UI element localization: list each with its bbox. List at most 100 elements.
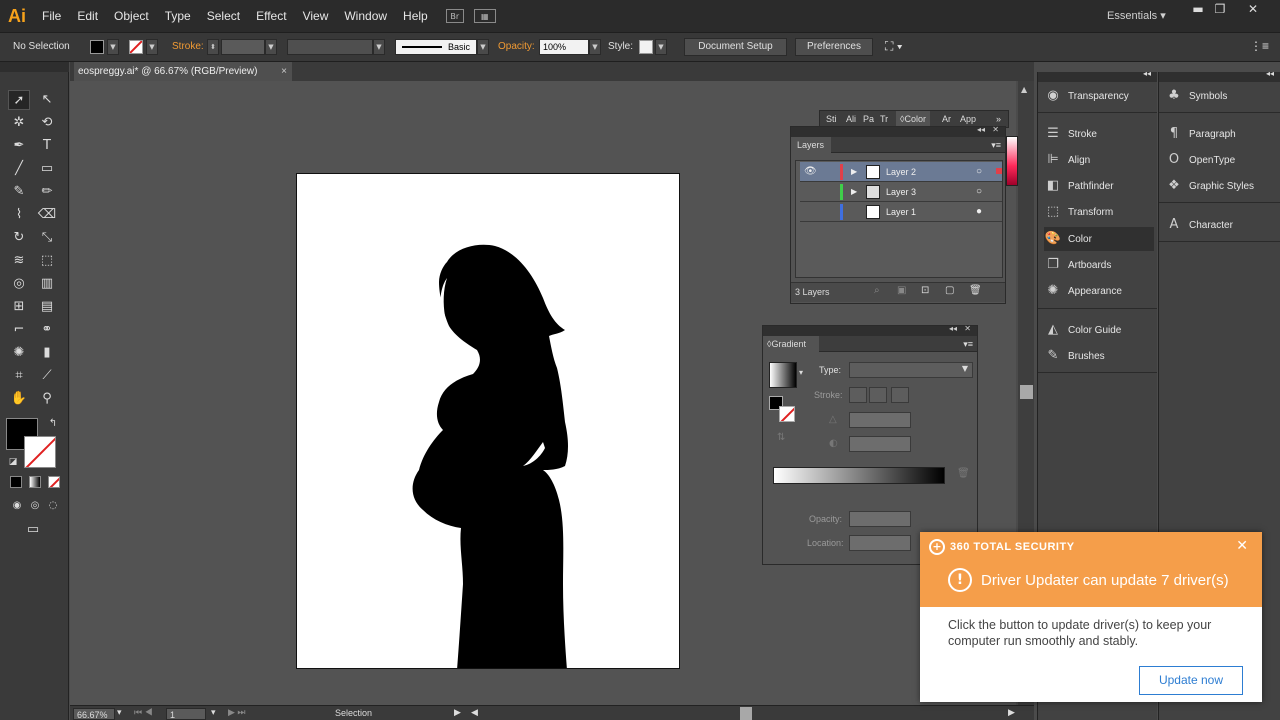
bridge-icon[interactable]: Br: [445, 9, 464, 23]
panel-menu-icon[interactable]: ⋮≡: [1250, 39, 1269, 53]
artboard[interactable]: [296, 173, 680, 669]
artboard-number-field[interactable]: 1: [166, 708, 206, 720]
stroke-weight-dropdown[interactable]: ▼: [265, 39, 277, 55]
direct-selection-tool-icon[interactable]: ↖: [36, 90, 58, 110]
eyedropper-icon[interactable]: ⌐: [8, 320, 30, 340]
pencil-icon[interactable]: ✏: [36, 182, 58, 202]
stroke-swatch[interactable]: [129, 40, 143, 54]
target-circle-icon[interactable]: ○: [976, 182, 982, 202]
color-mode-icon[interactable]: [10, 476, 22, 488]
selection-indicator[interactable]: [996, 168, 1002, 174]
warp-tool-icon[interactable]: ≋: [8, 251, 30, 271]
menu-object[interactable]: Object: [106, 9, 157, 23]
mesh-tool-icon[interactable]: ⊞: [8, 297, 30, 317]
graph-tool-icon[interactable]: ▮: [36, 343, 58, 363]
status-menu-icon[interactable]: ▶: [454, 707, 461, 718]
tab-transform-short[interactable]: Tr: [880, 111, 888, 127]
dock-paragraph[interactable]: ¶ Paragraph: [1165, 122, 1275, 146]
variable-width-profile[interactable]: [287, 39, 373, 55]
layer-name[interactable]: Layer 3: [886, 182, 916, 202]
arrange-icon[interactable]: ⛶ ▾: [885, 39, 903, 54]
fill-swatch[interactable]: [90, 40, 104, 54]
dock-transform[interactable]: ⬚ Transform: [1044, 200, 1154, 224]
menu-help[interactable]: Help: [395, 9, 436, 23]
tab-layers[interactable]: Layers: [791, 137, 831, 153]
new-layer-icon[interactable]: ▢: [945, 285, 954, 296]
menu-select[interactable]: Select: [199, 9, 248, 23]
brush-dropdown[interactable]: ▼: [477, 39, 489, 55]
artboard-dropdown[interactable]: ▾: [211, 707, 216, 718]
tab-color[interactable]: ◊Color: [896, 111, 930, 127]
menu-type[interactable]: Type: [157, 9, 199, 23]
expand-arrow-icon[interactable]: ▶: [851, 162, 857, 182]
stroke-color-box[interactable]: [24, 436, 56, 468]
zoom-tool-icon[interactable]: ⚲: [36, 389, 58, 409]
first-artboard-icon[interactable]: ⏮ ◀: [134, 707, 153, 718]
screen-mode-icon[interactable]: ▭: [22, 520, 44, 540]
stroke-label[interactable]: Stroke:: [172, 41, 204, 52]
workspace-switcher[interactable]: Essentials ▾: [1107, 9, 1166, 22]
document-tab[interactable]: eospreggy.ai* @ 66.67% (RGB/Preview) ×: [74, 62, 292, 81]
restore-icon[interactable]: ❐: [1205, 2, 1235, 18]
dock-color[interactable]: 🎨 Color: [1044, 227, 1154, 251]
tab-align-short[interactable]: Ali: [846, 111, 856, 127]
gradient-slider[interactable]: [773, 467, 945, 484]
arrange-documents-icon[interactable]: ▦: [473, 9, 496, 23]
perspective-grid-icon[interactable]: ▥: [36, 274, 58, 294]
menu-view[interactable]: View: [295, 9, 337, 23]
menu-file[interactable]: File: [34, 9, 69, 23]
lasso-icon[interactable]: ⟲: [36, 113, 58, 133]
pen-tool-icon[interactable]: ✒: [8, 136, 30, 156]
vertical-scroll-thumb[interactable]: [1020, 385, 1033, 399]
draw-inside-icon[interactable]: ◌: [42, 496, 64, 516]
dock-appearance[interactable]: ✺ Appearance: [1044, 279, 1154, 303]
swap-colors-icon[interactable]: ↰: [42, 414, 64, 434]
symbol-sprayer-icon[interactable]: ✺: [8, 343, 30, 363]
blend-tool-icon[interactable]: ⚭: [36, 320, 58, 340]
tab-artboards-short[interactable]: Ar: [942, 111, 951, 127]
dock-pathfinder[interactable]: ◧ Pathfinder: [1044, 174, 1154, 198]
dock-transparency[interactable]: ◉ Transparency: [1044, 84, 1154, 108]
profile-dropdown[interactable]: ▼: [373, 39, 385, 55]
dock-symbols[interactable]: ♣ Symbols: [1165, 84, 1275, 108]
gradient-stroke-swatch[interactable]: [779, 406, 795, 422]
layer-row[interactable]: 👁 ▶ Layer 2 ○: [800, 162, 1002, 182]
collapse-dock-icon[interactable]: ◂◂: [1143, 69, 1151, 78]
dock-graphic-styles[interactable]: ❖ Graphic Styles: [1165, 174, 1275, 198]
style-dropdown[interactable]: ▼: [655, 39, 667, 55]
style-swatch[interactable]: [639, 40, 653, 54]
line-tool-icon[interactable]: ╱: [8, 159, 30, 179]
next-artboard-icon[interactable]: ▶ ⏭: [228, 707, 246, 718]
artboard-tool-icon[interactable]: ⌗: [8, 366, 30, 386]
locate-object-icon[interactable]: ⌕: [874, 285, 880, 296]
horizontal-scroll-thumb[interactable]: [740, 707, 752, 720]
stroke-weight-field[interactable]: [221, 39, 265, 55]
tab-appearance-short[interactable]: App: [960, 111, 976, 127]
menu-effect[interactable]: Effect: [248, 9, 294, 23]
close-tab-icon[interactable]: ×: [281, 62, 287, 81]
opacity-label[interactable]: Opacity:: [498, 41, 535, 52]
zoom-field[interactable]: 66.67%: [73, 708, 115, 720]
scroll-left-icon[interactable]: ◀: [471, 707, 478, 718]
dock-character[interactable]: A Character: [1165, 213, 1275, 237]
gradient-menu-icon[interactable]: ▾≡: [963, 336, 973, 352]
expand-arrow-icon[interactable]: ▶: [851, 182, 857, 202]
toolbar-grip[interactable]: [0, 62, 69, 72]
type-tool-icon[interactable]: T: [36, 136, 58, 156]
dock-opentype[interactable]: O OpenType: [1165, 148, 1275, 172]
gradient-thumbnail-dropdown[interactable]: ▾: [799, 368, 803, 377]
dock-brushes[interactable]: ✎ Brushes: [1044, 344, 1154, 368]
fill-dropdown[interactable]: ▼: [107, 39, 119, 55]
selection-tool-icon[interactable]: ➚: [8, 90, 30, 110]
dock-color-guide[interactable]: ◭ Color Guide: [1044, 318, 1154, 342]
rotate-tool-icon[interactable]: ↻: [8, 228, 30, 248]
hand-tool-icon[interactable]: ✋: [8, 389, 30, 409]
eraser-icon[interactable]: ⌫: [36, 205, 58, 225]
gradient-type-dropdown[interactable]: ▼: [849, 362, 973, 378]
pregnant-woman-silhouette[interactable]: [297, 174, 680, 669]
layers-menu-icon[interactable]: ▾≡: [991, 137, 1001, 153]
shape-builder-icon[interactable]: ◎: [8, 274, 30, 294]
stroke-weight-stepper[interactable]: ⬍: [207, 39, 219, 55]
target-filled-icon[interactable]: ●: [976, 202, 982, 222]
collapse-dock-icon[interactable]: ◂◂: [1266, 69, 1274, 78]
